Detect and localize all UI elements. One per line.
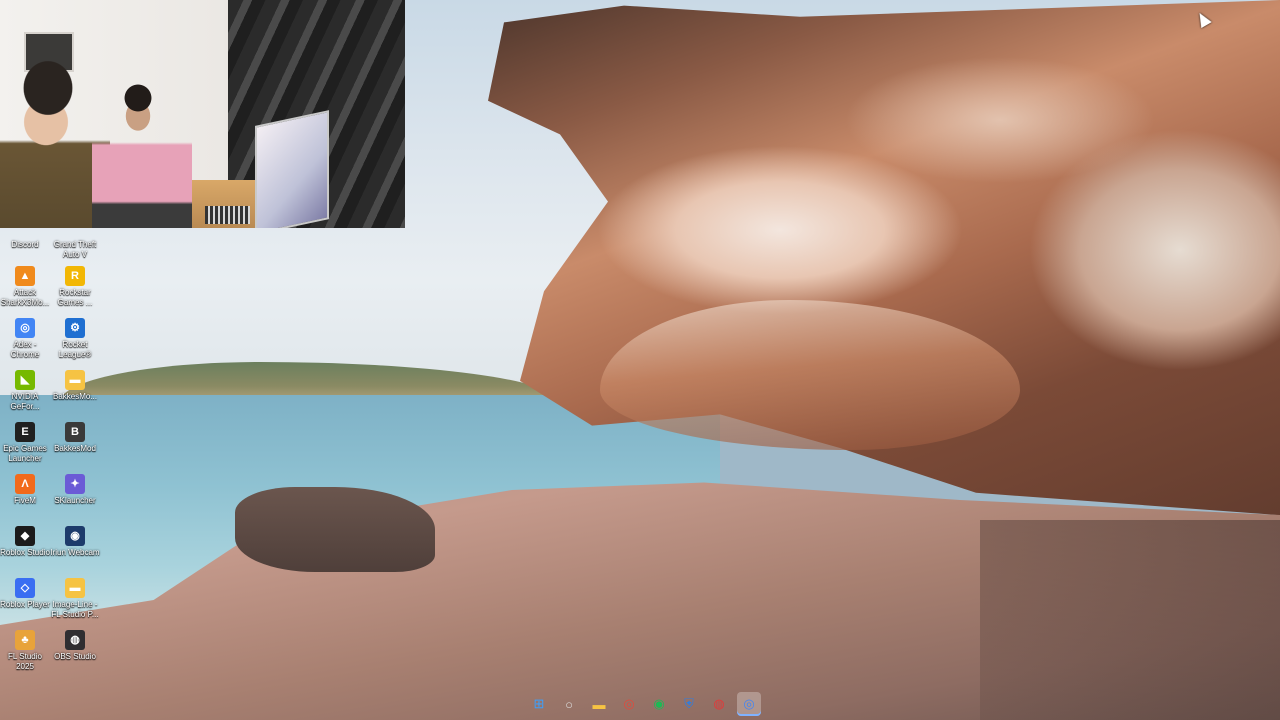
wallpaper-shadow bbox=[980, 520, 1280, 720]
desktop-icon-label: Image-Line - FL Studio P... bbox=[51, 600, 99, 619]
desktop-icon[interactable]: ▲ Attack SharkX3Mo... bbox=[0, 266, 50, 308]
desktop-icon[interactable]: VGrand Theft Auto V bbox=[50, 218, 100, 260]
defender-button[interactable]: ⛨ bbox=[677, 692, 701, 716]
desktop-icon[interactable]: E Epic Games Launcher bbox=[0, 422, 50, 464]
shield-icon: ⛨ bbox=[684, 696, 694, 711]
wallpaper-dark-rock bbox=[235, 487, 435, 572]
fivem-icon: Λ bbox=[15, 474, 35, 494]
desktop-icon-label: Roblox Studio bbox=[0, 548, 50, 557]
obs-recording-icon: ◍ bbox=[713, 696, 725, 711]
folder-icon: ▬ bbox=[65, 370, 85, 390]
desktop-icon[interactable]: ◣ NVIDIA GeFor... bbox=[0, 370, 50, 412]
webcam-laptop bbox=[255, 110, 329, 228]
roblox-studio-icon: ◆ bbox=[15, 526, 35, 546]
desktop-icon[interactable]: ⚙ Rocket League® bbox=[50, 318, 100, 360]
desktop-icon-label: OBS Studio bbox=[54, 652, 96, 661]
rocket-league-icon: ⚙ bbox=[65, 318, 85, 338]
desktop-icon[interactable]: ◇ Roblox Player bbox=[0, 578, 50, 610]
desktop-icon[interactable]: ✦ SKlauncher bbox=[50, 474, 100, 506]
desktop-icon-label: FL Studio 2025 bbox=[8, 652, 42, 671]
file-explorer-icon: ▬ bbox=[592, 696, 606, 712]
desktop-icon-label: Adex - Chrome bbox=[10, 340, 40, 359]
search-button[interactable]: ○ bbox=[557, 692, 581, 716]
iriun-webcam-icon: ◉ bbox=[65, 526, 85, 546]
attack-shark-icon: ▲ bbox=[15, 266, 35, 286]
epic-games-icon: E bbox=[15, 422, 35, 442]
rockstar-games-icon: R bbox=[65, 266, 85, 286]
sklauncher-icon: ✦ bbox=[65, 474, 85, 494]
chrome-icon: ◎ bbox=[15, 318, 35, 338]
desktop-icon[interactable]: ▬ Image-Line - FL Studio P... bbox=[50, 578, 100, 620]
desktop-icon-label: Epic Games Launcher bbox=[3, 444, 47, 463]
fl-studio-icon: ♣ bbox=[15, 630, 35, 650]
desktop-icon[interactable]: B BakkesMod bbox=[50, 422, 100, 454]
desktop-icon[interactable]: ◉ Iriun Webcam bbox=[50, 526, 100, 558]
desktop-icon-label: Discord bbox=[11, 240, 39, 249]
spotify-icon: ◉ bbox=[653, 696, 665, 711]
desktop-icon-label: Attack SharkX3Mo... bbox=[0, 288, 50, 307]
desktop-icon-label: SKlauncher bbox=[54, 496, 96, 505]
desktop-icon-label: BakkesMod bbox=[54, 444, 96, 453]
spotify-button[interactable]: ◉ bbox=[647, 692, 671, 716]
desktop-icon[interactable]: ◍ OBS Studio bbox=[50, 630, 100, 662]
desktop-icon[interactable]: ◎ Adex - Chrome bbox=[0, 318, 50, 360]
bakkesmod-icon: B bbox=[65, 422, 85, 442]
obs-studio-icon: ◍ bbox=[65, 630, 85, 650]
desktop-icon-label: FiveM bbox=[14, 496, 36, 505]
obs-button[interactable]: ◍ bbox=[707, 692, 731, 716]
roblox-player-icon: ◇ bbox=[15, 578, 35, 598]
desktop-icon[interactable]: R Rockstar Games ... bbox=[50, 266, 100, 308]
chrome-button[interactable]: ◎ bbox=[617, 692, 641, 716]
desktop-icon-label: Roblox Player bbox=[0, 600, 50, 609]
desktop-icon[interactable]: Λ FiveM bbox=[0, 474, 50, 506]
file-explorer-button[interactable]: ▬ bbox=[587, 692, 611, 716]
desktop-icon-label: BakkesMo... bbox=[52, 392, 97, 401]
desktop-icon-label: NVIDIA GeFor... bbox=[10, 392, 40, 411]
desktop-icon-label: Rocket League® bbox=[58, 340, 92, 359]
nvidia-geforce-icon: ◣ bbox=[15, 370, 35, 390]
desktop-icon-label: Grand Theft Auto V bbox=[53, 240, 97, 259]
start-button[interactable]: ⊞ bbox=[527, 692, 551, 716]
desktop-icon-label: Iriun Webcam bbox=[50, 548, 100, 557]
desktop-icon[interactable]: ◆ Roblox Studio bbox=[0, 526, 50, 558]
chrome-icon: ◎ bbox=[743, 696, 755, 711]
desktop-icon[interactable]: ▬ BakkesMo... bbox=[50, 370, 100, 402]
chrome-active-button[interactable]: ◎ bbox=[737, 692, 761, 716]
desktop-icon-label: Rockstar Games ... bbox=[57, 288, 93, 307]
windows-start-icon: ⊞ bbox=[533, 696, 545, 711]
search-icon: ○ bbox=[565, 696, 573, 712]
webcam-overlay bbox=[0, 0, 405, 228]
webcam-keyboard bbox=[205, 206, 250, 224]
chrome-icon: ◎ bbox=[623, 696, 635, 711]
desktop-icon[interactable]: ♣ FL Studio 2025 bbox=[0, 630, 50, 672]
desktop-icon[interactable]: ◉Discord bbox=[0, 218, 50, 250]
webcam-person bbox=[92, 80, 192, 228]
folder-icon: ▬ bbox=[65, 578, 85, 598]
taskbar: ⊞ ○ ▬ ◎ ◉ ⛨ ◍ ◎ bbox=[527, 692, 761, 716]
